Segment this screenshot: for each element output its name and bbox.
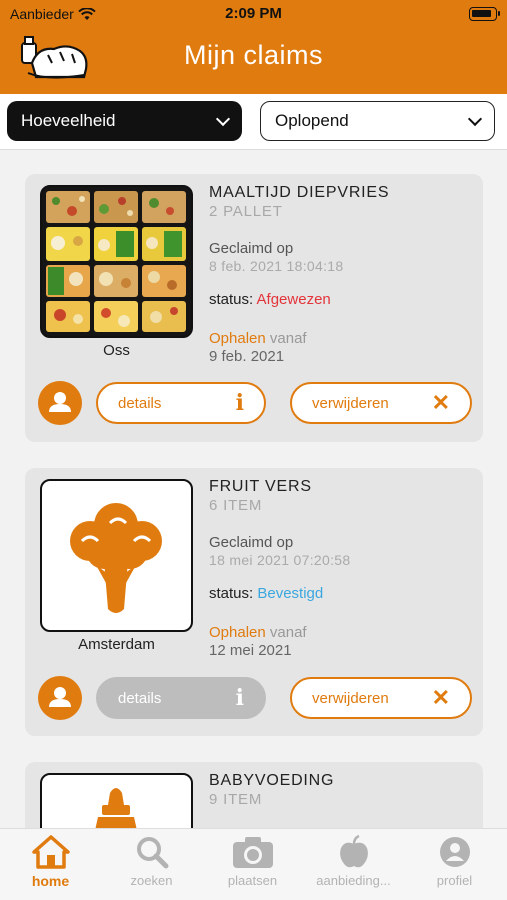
clock: 2:09 PM — [225, 5, 282, 22]
tab-profile[interactable]: profiel — [404, 835, 505, 888]
claim-quantity: 9 ITEM — [209, 791, 263, 808]
claimed-date: 18 mei 2021 07:20:58 — [209, 552, 351, 568]
claim-city: Oss — [103, 342, 130, 359]
user-avatar-button[interactable] — [38, 676, 82, 720]
claim-quantity: 6 ITEM — [209, 497, 263, 514]
claim-info: FRUIT VERS 6 ITEM Geclaimd op 18 mei 202… — [209, 478, 469, 659]
apple-icon — [339, 835, 368, 868]
remove-button[interactable]: verwijderen ✕ — [290, 677, 472, 719]
details-button[interactable]: details i — [96, 382, 266, 424]
tab-post[interactable]: plaatsen — [202, 835, 303, 888]
claimed-on-label: Geclaimd op — [209, 534, 294, 551]
pickup-line: Ophalen vanaf — [209, 624, 469, 641]
user-avatar-button[interactable] — [38, 381, 82, 425]
chevron-down-icon — [467, 111, 483, 126]
sort-order-value: Oplopend — [275, 111, 349, 130]
details-label: details — [118, 689, 162, 707]
claim-image-broccoli[interactable] — [40, 479, 193, 632]
app-header: Mijn claims — [0, 30, 507, 94]
claim-product-name: MAALTIJD DIEPVRIES — [209, 184, 390, 201]
info-icon: i — [235, 390, 244, 416]
profile-icon — [439, 837, 470, 867]
tab-home[interactable]: home — [0, 835, 101, 889]
status-line: status: Bevestigd — [209, 585, 469, 602]
pickup-from-label: vanaf — [269, 624, 307, 641]
tab-label: aanbieding... — [316, 873, 391, 888]
info-icon: i — [235, 685, 244, 711]
details-label: details — [118, 394, 162, 412]
pickup-label: Ophalen — [209, 330, 266, 347]
tab-offers[interactable]: aanbieding... — [303, 835, 404, 888]
status-value: Bevestigd — [257, 585, 324, 602]
claim-image-meals[interactable] — [40, 185, 193, 338]
sort-field-value: Hoeveelheid — [21, 111, 116, 130]
status-label: status: — [209, 585, 254, 602]
pickup-date: 12 mei 2021 — [209, 642, 292, 659]
tab-bar: home zoeken plaatsen aanbieding... profi… — [0, 828, 507, 900]
remove-label: verwijderen — [312, 689, 389, 707]
camera-icon — [232, 837, 273, 868]
broccoli-icon — [70, 503, 162, 613]
sort-field-select[interactable]: Hoeveelheid — [7, 101, 242, 141]
battery-icon — [469, 7, 500, 21]
chevron-down-icon — [215, 111, 231, 126]
remove-label: verwijderen — [312, 394, 389, 412]
tab-search[interactable]: zoeken — [101, 835, 202, 888]
status-line: status: Afgewezen — [209, 291, 469, 308]
claim-card: Amsterdam FRUIT VERS 6 ITEM Geclaimd op … — [25, 468, 483, 736]
meal-grid — [46, 191, 186, 332]
pickup-label: Ophalen — [209, 624, 266, 641]
pickup-from-label: vanaf — [269, 330, 307, 347]
tab-label: plaatsen — [227, 873, 278, 888]
pickup-date: 9 feb. 2021 — [209, 348, 285, 365]
status-label: status: — [209, 291, 254, 308]
house-icon — [31, 835, 70, 869]
claim-info: MAALTIJD DIEPVRIES 2 PALLET Geclaimd op … — [209, 184, 469, 365]
close-icon: ✕ — [431, 390, 450, 415]
user-icon — [49, 392, 71, 412]
tab-label: home — [31, 873, 70, 889]
claimed-date: 8 feb. 2021 18:04:18 — [209, 258, 344, 274]
close-icon: ✕ — [431, 685, 450, 710]
claim-product-name: BABYVOEDING — [209, 772, 335, 789]
pickup-line: Ophalen vanaf — [209, 330, 469, 347]
claim-product-name: FRUIT VERS — [209, 478, 312, 495]
search-icon — [136, 837, 168, 869]
tab-label: profiel — [436, 873, 473, 888]
details-button[interactable]: details i — [96, 677, 266, 719]
status-value: Afgewezen — [256, 291, 331, 308]
user-icon — [49, 687, 71, 707]
status-bar: Aanbieder 2:09 PM — [0, 0, 507, 30]
remove-button[interactable]: verwijderen ✕ — [290, 382, 472, 424]
tab-label: zoeken — [130, 873, 173, 888]
claim-card: Oss MAALTIJD DIEPVRIES 2 PALLET Geclaimd… — [25, 174, 483, 442]
claimed-on-label: Geclaimd op — [209, 240, 294, 257]
claim-city: Amsterdam — [78, 636, 155, 653]
frozen-meals-image — [46, 191, 186, 332]
claim-quantity: 2 PALLET — [209, 203, 283, 220]
page-title: Mijn claims — [183, 40, 323, 70]
filter-bar: Hoeveelheid Oplopend — [0, 94, 507, 150]
sort-order-select[interactable]: Oplopend — [260, 101, 495, 141]
